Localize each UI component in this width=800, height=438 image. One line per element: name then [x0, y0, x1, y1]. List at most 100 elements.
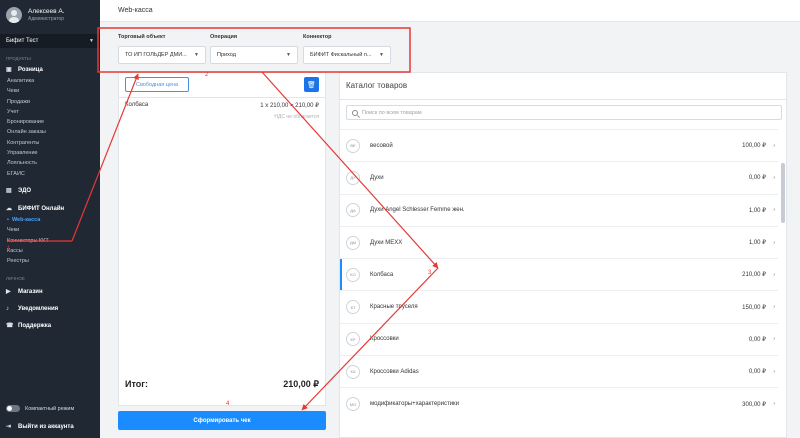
free-price-button[interactable]: Свободная цена	[125, 77, 189, 92]
list-item[interactable]: ДУ Духи 0,00 ₽ ›	[340, 161, 778, 193]
sidebar-item-receipts[interactable]: Чеки	[0, 86, 100, 96]
compact-mode-label: Компактный режим	[25, 405, 75, 412]
sidebar-item-cash-registers[interactable]: Кассы	[0, 246, 100, 256]
sidebar-item-egais[interactable]: ЕГАИС	[0, 169, 100, 179]
list-item[interactable]: КА Кроссовки Adidas 0,00 ₽ ›	[340, 355, 778, 387]
sidebar-item-label: Поддержка	[18, 323, 52, 330]
chevron-right-icon: ›	[773, 368, 775, 375]
list-item[interactable]: ДА Духи Angel Schlesser Femme жен. 1,00 …	[340, 193, 778, 226]
operation-label: Операция	[210, 34, 238, 40]
chevron-down-icon: ▼	[194, 52, 199, 58]
item-price: 0,00 ₽	[748, 175, 766, 182]
item-price: 1,00 ₽	[748, 240, 766, 247]
item-badge: ДМ	[346, 235, 360, 250]
trash-icon[interactable]: 🗑	[304, 77, 319, 92]
sidebar-item-booking[interactable]: Бронирование	[0, 117, 100, 127]
sidebar-item-notifications[interactable]: ♪ Уведомления	[0, 303, 100, 315]
object-value: ТО ИП ГОЛЬДЕР ДМИ...	[125, 52, 187, 58]
item-name: модификаторы+характеристики	[370, 401, 460, 408]
compact-mode-toggle[interactable]: Компактный режим	[6, 405, 74, 412]
cart-icon: ▣	[6, 67, 12, 73]
sidebar-item-contractors[interactable]: Контрагенты	[0, 138, 100, 148]
submit-receipt-button[interactable]: Сформировать чек	[118, 411, 326, 430]
item-name: Духи МЕХХ	[370, 239, 403, 246]
divider	[119, 97, 325, 98]
user-name: Алексеев А.	[28, 8, 65, 15]
item-price: 100,00 ₽	[742, 143, 766, 150]
topbar: Web-касса	[100, 0, 800, 22]
sidebar-item-web-kassa[interactable]: Web-касса	[0, 215, 100, 225]
chevron-down-icon: ▼	[286, 52, 291, 58]
item-badge: КА	[346, 364, 360, 379]
list-item[interactable]: МО модификаторы+характеристики 300,00 ₽ …	[340, 387, 778, 419]
item-name: Кроссовки Adidas	[370, 368, 419, 375]
item-price: 0,00 ₽	[748, 336, 766, 343]
item-badge: ДУ	[346, 170, 360, 185]
list-item[interactable]: ДМ Духи МЕХХ 1,00 ₽ ›	[340, 225, 778, 258]
sidebar-item-label: Магазин	[18, 289, 43, 296]
sidebar-item-registries[interactable]: Реестры	[0, 256, 100, 266]
cart-panel: Свободная цена 🗑 Колбаса 1 x 210,00 = 21…	[118, 72, 326, 406]
logout-label: Выйти из аккаунта	[18, 424, 74, 430]
item-name: Духи Angel Schlesser Femme жен.	[370, 207, 465, 214]
item-name: Красные труселя	[370, 304, 418, 311]
list-item[interactable]: КР Кроссовки 0,00 ₽ ›	[340, 322, 778, 355]
cart-item-vat: НДС не облагается	[274, 114, 319, 120]
chevron-right-icon: ›	[773, 174, 775, 181]
company-selector[interactable]: Бифит Тест ▼	[0, 34, 100, 48]
sidebar-item-bifit-online[interactable]: ☁ БИФИТ Онлайн	[0, 203, 100, 215]
chevron-right-icon: ›	[773, 336, 775, 343]
logout-button[interactable]: ⇥ Выйти из аккаунта	[6, 424, 74, 430]
object-select[interactable]: ТО ИП ГОЛЬДЕР ДМИ... ▼	[118, 46, 206, 64]
sidebar-item-label: Розница	[18, 67, 43, 73]
item-price: 210,00 ₽	[742, 272, 766, 279]
chevron-down-icon: ▼	[379, 52, 384, 58]
item-name: Кроссовки	[370, 336, 399, 343]
item-badge: МО	[346, 397, 360, 412]
cloud-icon: ☁	[6, 205, 12, 212]
operation-value: Приход	[217, 52, 236, 58]
annotation-label-3: 3	[428, 270, 432, 276]
filters-bar: Торговый объект ТО ИП ГОЛЬДЕР ДМИ... ▼ О…	[100, 22, 800, 72]
sidebar-item-shop[interactable]: ▶ Магазин	[0, 286, 100, 298]
annotation-label-4: 4	[226, 401, 230, 407]
sidebar-item-label: Уведомления	[18, 306, 59, 313]
list-item[interactable]: ВЕ весовой 100,00 ₽ ›	[340, 129, 778, 161]
connector-select[interactable]: БИФИТ Фискальный п... ▼	[303, 46, 391, 64]
sidebar-item-kkt-connectors[interactable]: Коннекторы ККТ	[0, 236, 100, 246]
bell-icon: ♪	[6, 306, 9, 313]
document-icon: ▤	[6, 187, 12, 194]
sidebar-item-edo[interactable]: ▤ ЭДО	[0, 185, 100, 197]
cart-item-name[interactable]: Колбаса	[125, 102, 148, 108]
toggle-switch[interactable]	[6, 405, 20, 412]
sidebar-item-online-receipts[interactable]: Чеки	[0, 225, 100, 235]
operation-select[interactable]: Приход ▼	[210, 46, 298, 64]
item-name: весовой	[370, 142, 393, 149]
chevron-right-icon: ›	[773, 271, 775, 278]
sidebar-item-analytics[interactable]: Аналитика	[0, 76, 100, 86]
avatar	[6, 7, 22, 23]
user-profile[interactable]: Алексеев А. Администратор	[0, 0, 100, 30]
cart-item-price: 1 x 210,00 = 210,00 ₽	[260, 103, 319, 109]
company-name: Бифит Тест	[6, 38, 39, 44]
list-item[interactable]: КТ Красные труселя 150,00 ₽ ›	[340, 290, 778, 322]
sidebar-item-management[interactable]: Управление	[0, 148, 100, 158]
sidebar-item-support[interactable]: ☎ Поддержка	[0, 320, 100, 332]
catalog-search[interactable]	[346, 105, 782, 120]
sidebar-item-loyalty[interactable]: Лояльность	[0, 158, 100, 168]
logout-icon: ⇥	[6, 424, 12, 430]
sidebar-item-online-orders[interactable]: Онлайн заказы	[0, 127, 100, 137]
catalog-scrollbar[interactable]	[781, 163, 785, 223]
chevron-right-icon: ›	[773, 207, 775, 214]
total-value: 210,00 ₽	[283, 379, 319, 389]
list-item-selected[interactable]: КО Колбаса 210,00 ₽ ›	[340, 258, 778, 291]
item-price: 300,00 ₽	[742, 401, 766, 408]
sidebar-item-roznitsa[interactable]: ▣ Розница	[0, 64, 100, 76]
sidebar-item-label: ЭДО	[18, 187, 32, 194]
sidebar-item-accounting[interactable]: Учет	[0, 107, 100, 117]
sidebar-item-sales[interactable]: Продажи	[0, 97, 100, 107]
connector-label: Коннектор	[303, 34, 332, 40]
search-input[interactable]	[362, 109, 762, 116]
annotation-label-2: 2	[205, 72, 209, 78]
item-badge: ДА	[346, 203, 360, 218]
